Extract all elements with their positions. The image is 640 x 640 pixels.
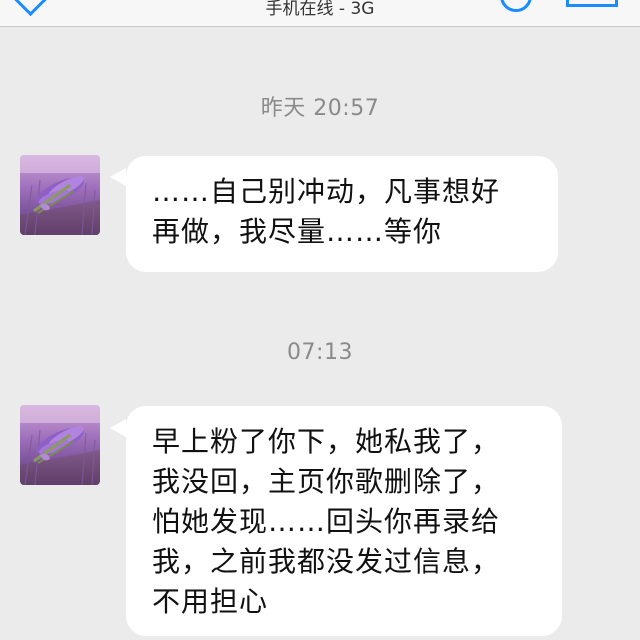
contact-avatar[interactable]: [20, 155, 100, 235]
message-bubble[interactable]: ……自己别冲动，凡事想好 再做，我尽量……等你: [126, 156, 558, 272]
menu-icon[interactable]: [566, 0, 618, 7]
message-timestamp: 07:13: [287, 340, 353, 365]
bubble-tail: [110, 168, 126, 186]
bubble-tail: [110, 419, 126, 437]
contact-avatar[interactable]: [20, 405, 100, 485]
contact-status-subtitle: 手机在线 - 3G: [265, 0, 375, 19]
message-timestamp: 昨天 20:57: [260, 96, 380, 121]
message-bubble[interactable]: 早上粉了你下，她私我了， 我没回，主页你歌删除了， 怕她发现……回头你再录给 我…: [126, 406, 562, 636]
navigation-bar: 手机在线 - 3G: [0, 0, 640, 27]
